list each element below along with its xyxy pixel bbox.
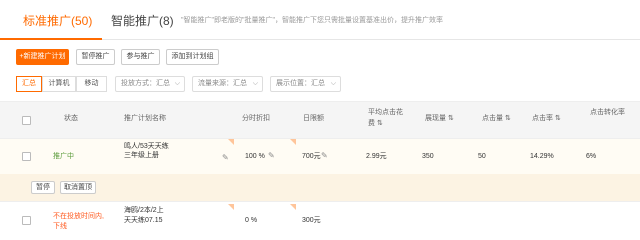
header-time-discount: 分时折扣 xyxy=(242,115,270,122)
corner-mark-icon xyxy=(290,139,296,145)
display-position-select[interactable]: 展示位置：汇总 ⌵ xyxy=(270,76,341,92)
cvr-value: 6% xyxy=(586,153,597,160)
new-plan-button[interactable]: +新建推广计划 xyxy=(16,49,69,65)
avg-cost-value: 2.99元 xyxy=(366,153,387,160)
select-all-checkbox[interactable] xyxy=(22,116,31,125)
row-pause-button[interactable]: 暂停 xyxy=(31,181,55,194)
tab-smart-promotion[interactable]: 智能推广(8) xyxy=(111,14,174,28)
tab-description: "智能推广"即老版的"批量推广"，智能推广下您只需批量设置基准出价，提升推广效率 xyxy=(181,17,443,24)
traffic-source-select[interactable]: 流量来源：汇总 ⌵ xyxy=(192,76,263,92)
daily-budget-value: 300元 xyxy=(302,217,321,224)
plan-name-link[interactable]: 海鸥/2本/2上 xyxy=(124,206,164,216)
segment-summary[interactable]: 汇总 xyxy=(16,76,42,92)
edit-budget-icon[interactable]: ✎ xyxy=(321,151,328,161)
delivery-method-select[interactable]: 投放方式：汇总 ⌵ xyxy=(115,76,185,92)
segment-mobile[interactable]: 移动 xyxy=(76,76,107,92)
table-header: 状态 推广计划名称 分时折扣 日限额 平均点击花 费 ⇅ 展现量 ⇅ 点击量 ⇅… xyxy=(0,101,640,139)
segment-computer[interactable]: 计算机 xyxy=(42,76,76,92)
plan-name-line2[interactable]: 三年级上册 xyxy=(124,151,159,161)
active-tab-indicator xyxy=(0,38,102,40)
header-ctr[interactable]: 点击率 ⇅ xyxy=(532,114,561,124)
row-checkbox[interactable] xyxy=(22,152,31,161)
corner-mark-icon xyxy=(228,204,234,210)
header-clicks[interactable]: 点击量 ⇅ xyxy=(482,114,511,124)
plan-name-line2[interactable]: 天天练07.15 xyxy=(124,216,163,226)
header-status: 状态 xyxy=(64,115,78,122)
chevron-down-icon: ⌵ xyxy=(174,80,180,87)
time-discount-value: 0 % xyxy=(245,217,258,224)
delivery-method-value: 投放方式：汇总 xyxy=(121,80,170,87)
chevron-down-icon: ⌵ xyxy=(330,80,336,87)
ctr-value: 14.29% xyxy=(530,153,554,160)
display-position-value: 展示位置：汇总 xyxy=(276,80,325,87)
header-avg-cost-line2[interactable]: 费 ⇅ xyxy=(368,119,383,129)
plan-type-tabs: 标准推广(50) 智能推广(8) "智能推广"即老版的"批量推广"，智能推广下您… xyxy=(0,0,640,40)
join-promotion-button[interactable]: 参与推广 xyxy=(121,49,160,65)
table-row: 不在投放时间内, 下线 海鸥/2本/2上 天天练07.15 0 % 300元 xyxy=(0,202,640,240)
clicks-value: 50 xyxy=(478,153,486,160)
edit-discount-icon[interactable]: ✎ xyxy=(268,151,275,161)
header-avg-cost[interactable]: 平均点击花 xyxy=(368,108,403,118)
tab-standard-promotion[interactable]: 标准推广(50) xyxy=(23,14,92,28)
time-discount-value: 100 % xyxy=(245,153,265,160)
corner-mark-icon xyxy=(228,139,234,145)
add-to-group-button[interactable]: 添加到计划组 xyxy=(166,49,219,65)
header-daily-budget: 日限额 xyxy=(303,115,324,122)
pause-promotion-button[interactable]: 暂停推广 xyxy=(76,49,115,65)
edit-name-icon[interactable]: ✎ xyxy=(222,153,229,163)
chevron-down-icon: ⌵ xyxy=(252,80,258,87)
impressions-value: 350 xyxy=(422,153,434,160)
status-text: 推广中 xyxy=(53,153,74,160)
row-checkbox[interactable] xyxy=(22,216,31,225)
status-text: 不在投放时间内, xyxy=(53,213,104,220)
status-text-line2: 下线 xyxy=(53,223,67,230)
row-action-bar: 暂停 取消置顶 xyxy=(0,174,640,202)
traffic-source-value: 流量来源：汇总 xyxy=(198,80,247,87)
header-cvr[interactable]: 点击转化率 xyxy=(590,108,625,118)
table-row: 推广中 鸣人/53天天练 三年级上册 ✎ 100 % ✎ 700元 ✎ 2.99… xyxy=(0,139,640,174)
header-plan-name: 推广计划名称 xyxy=(124,115,166,122)
corner-mark-icon xyxy=(290,204,296,210)
row-unpin-button[interactable]: 取消置顶 xyxy=(60,181,96,194)
header-impressions[interactable]: 展现量 ⇅ xyxy=(425,114,454,124)
daily-budget-value: 700元 xyxy=(302,153,321,160)
